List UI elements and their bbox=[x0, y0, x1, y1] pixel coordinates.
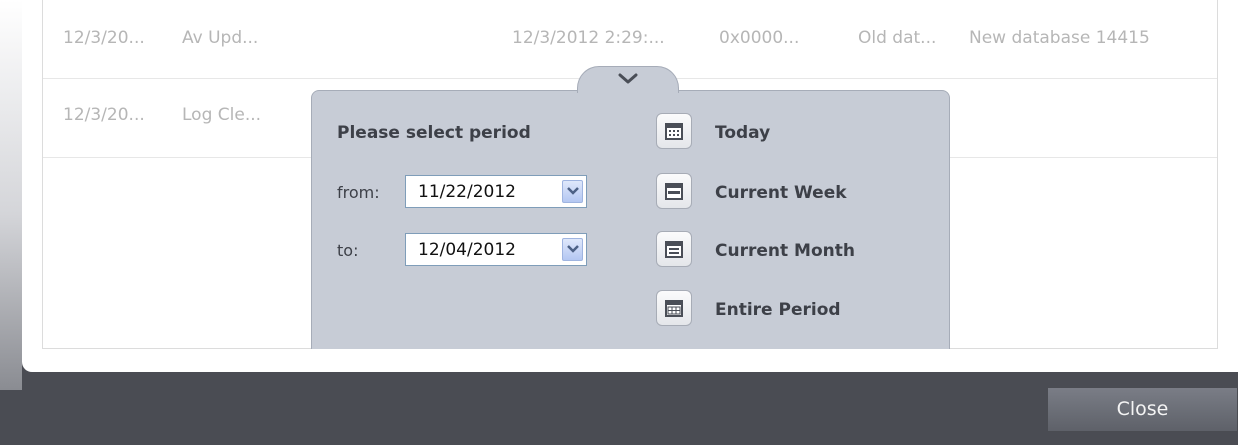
today-label[interactable]: Today bbox=[715, 123, 770, 143]
chevron-down-icon bbox=[618, 73, 638, 84]
to-date-value: 12/04/2012 bbox=[418, 240, 516, 260]
current-month-button[interactable] bbox=[656, 231, 692, 267]
cell-date: 12/3/20... bbox=[63, 105, 145, 125]
entire-period-label[interactable]: Entire Period bbox=[715, 300, 841, 320]
dropdown-arrow-icon[interactable] bbox=[562, 180, 583, 203]
calendar-all-icon bbox=[665, 300, 683, 317]
cell-old-value: Old dat... bbox=[858, 28, 937, 48]
window-edge-gradient bbox=[0, 0, 22, 390]
period-selector-popup: Please select period from: 11/22/2012 to… bbox=[311, 90, 950, 349]
current-month-label[interactable]: Current Month bbox=[715, 241, 855, 261]
current-week-label[interactable]: Current Week bbox=[715, 183, 847, 203]
calendar-day-icon bbox=[665, 123, 683, 140]
cell-type: Av Upd... bbox=[182, 28, 259, 48]
cell-new-value: New database 14415 bbox=[969, 28, 1150, 48]
entire-period-button[interactable] bbox=[656, 290, 692, 326]
calendar-month-icon bbox=[665, 241, 683, 258]
cell-code: 0x0000... bbox=[719, 28, 800, 48]
close-button[interactable]: Close bbox=[1047, 387, 1238, 432]
cell-date: 12/3/20... bbox=[63, 28, 145, 48]
calendar-week-icon bbox=[665, 183, 683, 200]
from-date-select[interactable]: 11/22/2012 bbox=[405, 175, 587, 208]
from-date-value: 11/22/2012 bbox=[418, 182, 516, 202]
popup-title: Please select period bbox=[337, 123, 531, 143]
cell-type: Log Cle... bbox=[182, 105, 262, 125]
to-label: to: bbox=[337, 241, 359, 260]
from-label: from: bbox=[337, 183, 380, 202]
today-button[interactable] bbox=[656, 113, 692, 149]
cell-time: 12/3/2012 2:29:... bbox=[512, 28, 665, 48]
current-week-button[interactable] bbox=[656, 173, 692, 209]
to-date-select[interactable]: 12/04/2012 bbox=[405, 233, 587, 266]
dropdown-arrow-icon[interactable] bbox=[562, 238, 583, 261]
